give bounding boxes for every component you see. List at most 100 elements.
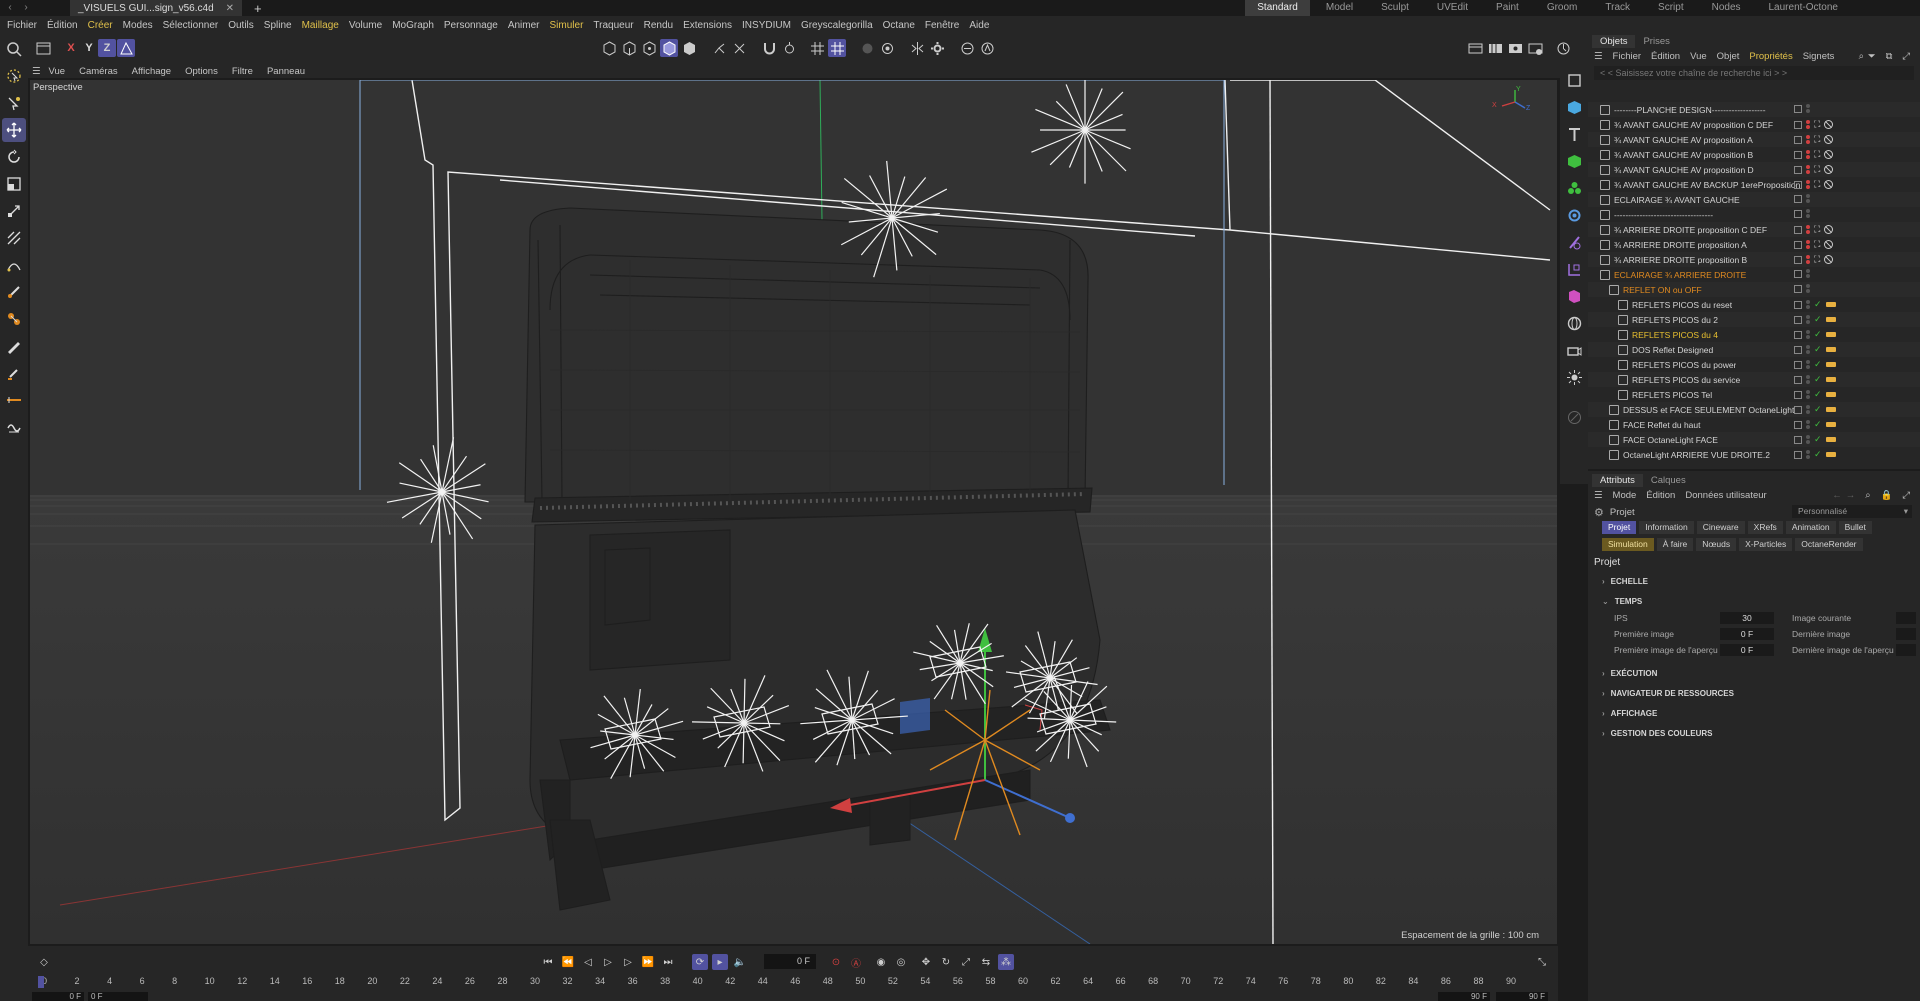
octane-light-tag-icon[interactable] <box>1825 392 1836 397</box>
knife-tool-icon[interactable] <box>2 280 26 304</box>
range-end-field[interactable]: 90 F <box>1438 992 1490 1001</box>
first-preview-field[interactable]: 0 F <box>1720 644 1774 656</box>
visibility-dots[interactable] <box>1806 269 1810 278</box>
render-visibility-dot[interactable] <box>1806 350 1810 354</box>
object-row[interactable]: ¾ ARRIERE DROITE proposition C DEF ⛶ <box>1588 222 1920 237</box>
viewport-solo-icon[interactable] <box>958 39 976 57</box>
objects-menu-objet[interactable]: Objet <box>1717 51 1740 62</box>
object-row[interactable]: ¾ ARRIERE DROITE proposition A ⛶ <box>1588 237 1920 252</box>
interactive-render-icon[interactable] <box>1554 39 1572 57</box>
visibility-dots[interactable] <box>1806 300 1810 309</box>
object-row[interactable]: REFLETS PICOS Tel ✓ <box>1588 387 1920 402</box>
attributes-menu-mode[interactable]: Mode <box>1613 490 1637 501</box>
object-row[interactable]: ¾ AVANT GAUCHE AV proposition C DEF ⛶ <box>1588 117 1920 132</box>
render-region-icon[interactable] <box>1466 39 1484 57</box>
snap-tool-icon[interactable] <box>2 226 26 250</box>
loop-icon[interactable]: ⟳ <box>692 954 708 970</box>
render-visibility-dot[interactable] <box>1806 335 1810 339</box>
range-end-field-2[interactable]: 90 F <box>1496 992 1548 1001</box>
forward-arrow-icon[interactable]: → <box>1846 490 1856 501</box>
objects-menu-edition[interactable]: Édition <box>1651 51 1680 62</box>
close-tab-icon[interactable]: ✕ <box>226 3 234 14</box>
visibility-dots[interactable] <box>1806 150 1810 159</box>
tweak-mode-icon[interactable] <box>730 39 748 57</box>
deformer-icon[interactable] <box>1563 204 1585 226</box>
protection-tag-icon[interactable] <box>1824 120 1834 129</box>
visibility-dots[interactable] <box>1806 360 1810 369</box>
enabled-check-icon[interactable]: ✓ <box>1814 404 1822 415</box>
editor-visibility-dot[interactable] <box>1806 330 1810 334</box>
document-tab[interactable]: _VISUELS GUI...sign_v56.c4d ✕ <box>70 0 243 16</box>
back-icon[interactable]: ‹ <box>4 2 16 14</box>
object-row[interactable]: REFLETS PICOS du 2 ✓ <box>1588 312 1920 327</box>
render-visibility-dot[interactable] <box>1806 155 1810 159</box>
layout-uvedit[interactable]: UVEdit <box>1425 0 1480 16</box>
layout-groom[interactable]: Groom <box>1535 0 1590 16</box>
layout-sculpt[interactable]: Sculpt <box>1369 0 1421 16</box>
first-frame-field[interactable]: 0 F <box>1720 628 1774 640</box>
viewport-menu-filtre[interactable]: Filtre <box>232 66 253 77</box>
menu-fichier[interactable]: Fichier <box>7 20 37 31</box>
objects-menu-proprietes[interactable]: Propriétés <box>1749 51 1792 62</box>
camera-icon[interactable] <box>1563 339 1585 361</box>
layer-checkbox[interactable] <box>1794 435 1802 444</box>
solo-icon[interactable] <box>878 39 896 57</box>
visibility-dots[interactable] <box>1806 435 1810 444</box>
visibility-dots[interactable] <box>1806 315 1810 324</box>
object-row[interactable]: DESSUS et FACE SEULEMENT OctaneLight ✓ <box>1588 402 1920 417</box>
menu-mograph[interactable]: MoGraph <box>392 20 434 31</box>
menu-insydium[interactable]: INSYDIUM <box>742 20 791 31</box>
object-row[interactable]: ECLAIRAGE ¾ ARRIERE DROITE <box>1588 267 1920 282</box>
visibility-dots[interactable] <box>1806 194 1810 203</box>
maximize-icon[interactable]: ⤢ <box>1902 51 1910 62</box>
section-navigateur[interactable]: › NAVIGATEUR DE RESSOURCES <box>1588 683 1920 703</box>
layout-paint[interactable]: Paint <box>1484 0 1531 16</box>
object-search-input[interactable]: < < Saisissez votre chaîne de recherche … <box>1594 66 1914 80</box>
visibility-dots[interactable] <box>1806 255 1810 264</box>
soft-selection-icon[interactable] <box>780 39 798 57</box>
layer-checkbox[interactable] <box>1794 194 1802 203</box>
autokey-icon[interactable]: Ⓐ <box>848 954 864 970</box>
render-visibility-dot[interactable] <box>1806 410 1810 414</box>
layer-checkbox[interactable] <box>1794 390 1802 399</box>
select-tool-icon[interactable] <box>2 64 26 88</box>
last-frame-field[interactable] <box>1896 628 1916 640</box>
lock-icon[interactable]: 🔒 <box>1881 490 1893 501</box>
settings-icon[interactable] <box>928 39 946 57</box>
protection-tag-icon[interactable] <box>1824 150 1834 159</box>
symmetry-icon[interactable] <box>908 39 926 57</box>
layout-script[interactable]: Script <box>1646 0 1696 16</box>
viewport-menu-panneau[interactable]: Panneau <box>267 66 305 77</box>
spline-pen-icon[interactable] <box>2 253 26 277</box>
text-spline-icon[interactable] <box>1563 123 1585 145</box>
enabled-check-icon[interactable]: ✓ <box>1814 359 1822 370</box>
viewport-menu-vue[interactable]: Vue <box>49 66 66 77</box>
btn-projet[interactable]: Projet <box>1602 521 1637 534</box>
object-row[interactable]: ¾ AVANT GAUCHE AV proposition B ⛶ <box>1588 147 1920 162</box>
filter-icon[interactable]: ⏷ <box>1868 51 1876 62</box>
timeline-expand-icon[interactable]: ⤡ <box>1534 954 1550 970</box>
protection-tag-icon[interactable] <box>1824 165 1834 174</box>
menu-spline[interactable]: Spline <box>264 20 292 31</box>
current-frame-field[interactable]: 0 F <box>764 954 816 969</box>
spline-icon[interactable] <box>1563 258 1585 280</box>
layer-checkbox[interactable] <box>1794 104 1802 113</box>
sketch-icon[interactable] <box>1563 406 1585 428</box>
layout-track[interactable]: Track <box>1593 0 1642 16</box>
last-preview-field[interactable] <box>1896 644 1916 656</box>
camera-tag-icon[interactable]: ⛶ <box>1814 239 1820 250</box>
octane-light-tag-icon[interactable] <box>1825 407 1836 412</box>
brush-tool-icon[interactable] <box>2 334 26 358</box>
render-visibility-dot[interactable] <box>1806 305 1810 309</box>
preset-dropdown[interactable]: Personnalisé ▾ <box>1792 505 1912 518</box>
hamburger-icon[interactable]: ☰ <box>1594 490 1603 501</box>
editor-visibility-dot[interactable] <box>1806 240 1810 244</box>
layer-checkbox[interactable] <box>1794 269 1802 278</box>
layer-checkbox[interactable] <box>1794 180 1802 189</box>
visibility-dots[interactable] <box>1806 405 1810 414</box>
protection-tag-icon[interactable] <box>1824 255 1834 264</box>
workplane-icon[interactable] <box>858 39 876 57</box>
menu-animer[interactable]: Animer <box>508 20 540 31</box>
visibility-dots[interactable] <box>1806 284 1810 293</box>
object-row[interactable]: REFLET ON ou OFF <box>1588 282 1920 297</box>
